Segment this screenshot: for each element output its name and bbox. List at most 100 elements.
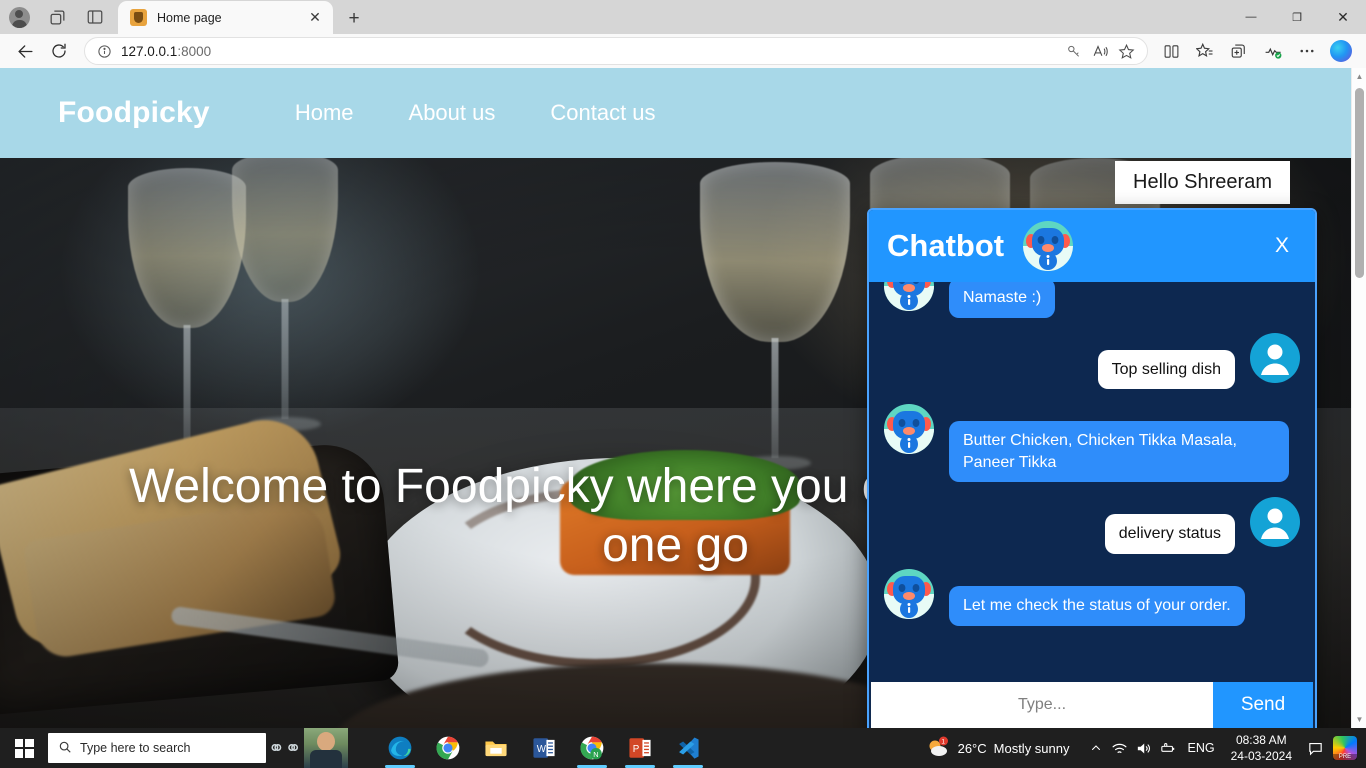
close-tab-icon[interactable]: ✕ bbox=[305, 8, 325, 28]
svg-text:P: P bbox=[633, 744, 640, 755]
taskbar-app-word[interactable]: W bbox=[520, 728, 568, 768]
chatbot-header: Chatbot X bbox=[869, 210, 1315, 282]
svg-text:W: W bbox=[537, 744, 547, 755]
chatbot-logo-icon bbox=[1022, 220, 1074, 272]
handcuffs-icon: ⚭⚭ bbox=[268, 738, 302, 760]
scrollbar-thumb[interactable] bbox=[1355, 88, 1364, 278]
taskbar-app-chrome-secondary[interactable]: N bbox=[568, 728, 616, 768]
chatbot-panel: Chatbot X Namaste:) Top selling dish Bu… bbox=[867, 208, 1317, 728]
site-nav-links: Home About us Contact us bbox=[295, 100, 711, 126]
favorites-list-icon[interactable] bbox=[1188, 36, 1222, 66]
site-brand[interactable]: Foodpicky bbox=[58, 96, 210, 130]
weather-text: 26°C Mostly sunny bbox=[958, 741, 1070, 756]
chat-message-user: delivery status bbox=[883, 496, 1301, 554]
taskbar-app-file-explorer[interactable] bbox=[472, 728, 520, 768]
address-bar[interactable]: 127.0.0.1:8000 bbox=[84, 37, 1148, 65]
weather-condition: Mostly sunny bbox=[993, 740, 1070, 756]
user-greeting-button[interactable]: Hello Shreeram bbox=[1115, 161, 1290, 204]
browser-toolbar: 127.0.0.1:8000 bbox=[0, 34, 1366, 68]
taskbar-app-chrome[interactable] bbox=[424, 728, 472, 768]
nav-link-contact-us[interactable]: Contact us bbox=[550, 100, 655, 126]
page-scrollbar[interactable]: ▲ ▼ bbox=[1351, 68, 1366, 728]
chatbot-messages[interactable]: Namaste :) Top selling dish Butter Chick… bbox=[869, 282, 1315, 682]
bot-avatar-icon bbox=[883, 568, 935, 620]
browser-tabstrip: Home page ✕ + — ❐ ✕ bbox=[0, 0, 1366, 34]
refresh-icon[interactable] bbox=[42, 36, 76, 66]
chatbot-send-button[interactable]: Send bbox=[1213, 682, 1313, 728]
taskbar-app-edge[interactable] bbox=[376, 728, 424, 768]
start-button[interactable] bbox=[0, 728, 48, 768]
taskbar-search-box[interactable]: Type here to search bbox=[48, 733, 266, 763]
browser-tab[interactable]: Home page ✕ bbox=[118, 1, 333, 34]
more-options-icon[interactable] bbox=[1290, 36, 1324, 66]
presentation-app-icon[interactable] bbox=[1330, 731, 1360, 765]
notification-center-icon[interactable] bbox=[1300, 731, 1330, 765]
user-avatar-icon bbox=[1249, 332, 1301, 384]
chat-bubble-text: Namaste :) bbox=[949, 282, 1056, 318]
scroll-down-arrow-icon[interactable]: ▼ bbox=[1352, 711, 1366, 728]
profile-icon[interactable] bbox=[0, 0, 38, 34]
wifi-icon[interactable] bbox=[1108, 731, 1132, 765]
chatbot-title: Chatbot bbox=[887, 228, 1005, 263]
toolbar-right-icons bbox=[1154, 36, 1358, 66]
clock-time: 08:38 AM bbox=[1235, 732, 1287, 747]
person-thumbnail-icon bbox=[304, 728, 348, 768]
read-aloud-icon[interactable] bbox=[1087, 38, 1113, 64]
chat-message-user: Top selling dish bbox=[883, 332, 1301, 390]
taskbar-app-powerpoint[interactable]: P bbox=[616, 728, 664, 768]
chat-bubble-text: Top selling dish bbox=[1097, 349, 1235, 390]
browser-window: Home page ✕ + — ❐ ✕ 127.0.0.1:8000 Welco… bbox=[0, 0, 1366, 768]
maximize-button[interactable]: ❐ bbox=[1274, 0, 1320, 34]
taskbar-widget-thumbnail[interactable]: ⚭⚭ bbox=[266, 728, 366, 768]
nav-link-home[interactable]: Home bbox=[295, 100, 354, 126]
chatbot-message-input[interactable] bbox=[871, 682, 1213, 728]
window-controls: — ❐ ✕ bbox=[1228, 0, 1366, 34]
taskbar-app-icons: W N P bbox=[376, 728, 712, 768]
back-arrow-icon[interactable] bbox=[8, 36, 42, 66]
search-icon bbox=[58, 740, 72, 757]
chat-bubble-text: Butter Chicken, Chicken Tikka Masala, Pa… bbox=[949, 421, 1289, 483]
site-navbar: Foodpicky Home About us Contact us bbox=[0, 68, 1351, 158]
copilot-icon[interactable] bbox=[1324, 36, 1358, 66]
bot-avatar-icon bbox=[883, 282, 935, 312]
nav-link-about-us[interactable]: About us bbox=[409, 100, 496, 126]
new-tab-button[interactable]: + bbox=[339, 4, 369, 34]
info-icon[interactable] bbox=[93, 40, 115, 62]
collections-icon[interactable] bbox=[1222, 36, 1256, 66]
browser-essentials-icon[interactable] bbox=[1256, 36, 1290, 66]
key-icon[interactable] bbox=[1061, 38, 1087, 64]
weather-temperature: 26°C bbox=[957, 740, 987, 756]
volume-icon[interactable] bbox=[1132, 731, 1156, 765]
chat-message-bot: Let me check the status of your order. bbox=[883, 568, 1301, 626]
clock-date: 24-03-2024 bbox=[1230, 749, 1292, 763]
chatbot-input-row: Send bbox=[871, 682, 1313, 728]
address-bar-url: 127.0.0.1:8000 bbox=[121, 43, 212, 59]
chat-message-bot: Butter Chicken, Chicken Tikka Masala, Pa… bbox=[883, 403, 1301, 483]
battery-icon[interactable] bbox=[1156, 731, 1180, 765]
chat-bubble-text: Let me check the status of your order. bbox=[949, 585, 1245, 626]
windows-taskbar: Type here to search ⚭⚭ W N P 1 26°C Most… bbox=[0, 728, 1366, 768]
tab-actions-icon[interactable] bbox=[76, 0, 114, 34]
bot-avatar-icon bbox=[883, 403, 935, 455]
show-hidden-icons-chevron-icon[interactable] bbox=[1084, 731, 1108, 765]
svg-text:1: 1 bbox=[941, 739, 945, 746]
workspaces-icon[interactable] bbox=[38, 0, 76, 34]
close-window-button[interactable]: ✕ bbox=[1320, 0, 1366, 34]
chat-bubble-text: delivery status bbox=[1104, 514, 1235, 554]
system-tray: 1 26°C Mostly sunny ENG 08:38 AM 24-03-2… bbox=[926, 731, 1366, 765]
svg-text:N: N bbox=[593, 750, 598, 759]
chatbot-close-button[interactable]: X bbox=[1267, 231, 1297, 261]
split-screen-icon[interactable] bbox=[1154, 36, 1188, 66]
windows-logo-icon bbox=[14, 738, 34, 758]
language-indicator[interactable]: ENG bbox=[1180, 741, 1223, 755]
weather-sun-cloud-icon: 1 bbox=[926, 736, 950, 760]
taskbar-app-vscode[interactable] bbox=[664, 728, 712, 768]
favorite-star-icon[interactable] bbox=[1113, 38, 1139, 64]
page-viewport: Welcome to Foodpicky where you can order… bbox=[0, 68, 1366, 728]
taskbar-clock[interactable]: 08:38 AM 24-03-2024 bbox=[1223, 732, 1300, 764]
minimize-button[interactable]: — bbox=[1228, 0, 1274, 34]
user-avatar-icon bbox=[1249, 496, 1301, 548]
taskbar-weather-widget[interactable]: 1 26°C Mostly sunny bbox=[926, 736, 1070, 760]
scroll-up-arrow-icon[interactable]: ▲ bbox=[1352, 68, 1366, 85]
taskbar-search-placeholder: Type here to search bbox=[80, 741, 191, 755]
